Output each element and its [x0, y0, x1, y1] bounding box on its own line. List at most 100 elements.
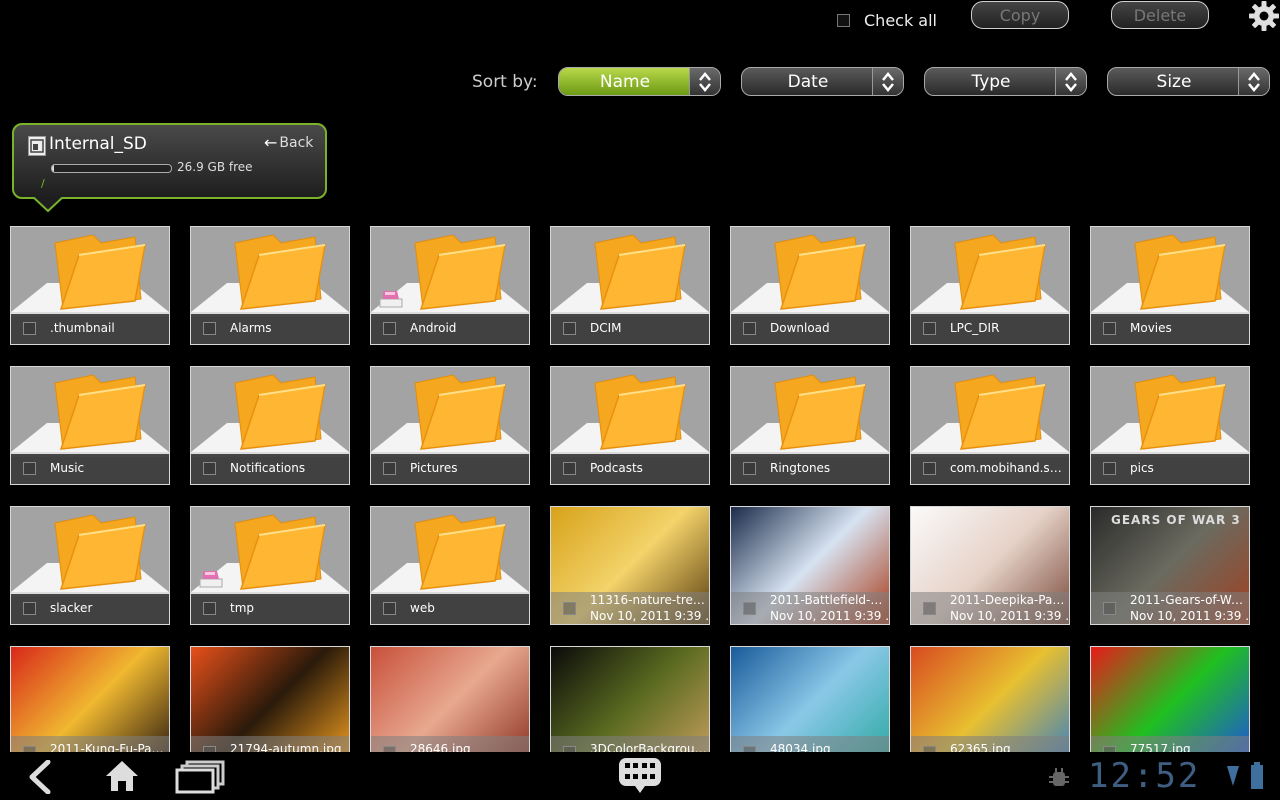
folder-icon: [414, 374, 506, 450]
item-caption: web: [371, 594, 529, 624]
item-checkbox[interactable]: [23, 602, 36, 615]
sort-order-toggle[interactable]: [1055, 68, 1086, 95]
item-name: Android: [410, 321, 457, 335]
folder-item[interactable]: pics: [1090, 366, 1250, 485]
sort-size-button[interactable]: Size: [1107, 67, 1270, 96]
check-all[interactable]: Check all: [837, 10, 937, 30]
folder-item[interactable]: Podcasts: [550, 366, 710, 485]
sort-arrows-icon: [882, 72, 894, 92]
item-checkbox[interactable]: [203, 602, 216, 615]
image-item[interactable]: 48034.jpg: [730, 646, 890, 752]
folder-item[interactable]: DCIM: [550, 226, 710, 345]
item-caption: 3DColorBackground...: [551, 736, 709, 752]
item-checkbox[interactable]: [923, 462, 936, 475]
sort-type-button[interactable]: Type: [924, 67, 1087, 96]
item-checkbox[interactable]: [743, 462, 756, 475]
image-item[interactable]: 11316-nature-trees-... Nov 10, 2011 9:39 …: [550, 506, 710, 625]
item-checkbox[interactable]: [383, 462, 396, 475]
status-clock: 12:52: [1088, 756, 1201, 796]
folder-item[interactable]: Alarms: [190, 226, 350, 345]
image-item[interactable]: 62365.jpg: [910, 646, 1070, 752]
item-caption: 21794-autumn.jpg: [191, 736, 349, 752]
image-item[interactable]: GEARS OF WAR 3 2011-Gears-of-War-... Nov 1…: [1090, 506, 1250, 625]
image-item[interactable]: 28646.jpg: [370, 646, 530, 752]
folder-icon: [954, 374, 1046, 450]
item-caption: 62365.jpg: [911, 736, 1069, 752]
item-checkbox[interactable]: [563, 602, 576, 615]
app-grid-icon[interactable]: [617, 756, 663, 796]
item-name: tmp: [230, 601, 255, 615]
folder-item[interactable]: Download: [730, 226, 890, 345]
battery-icon: [1251, 762, 1263, 789]
location-panel: Internal_SD ← Back 26.9 GB free /: [12, 123, 327, 199]
item-checkbox[interactable]: [923, 322, 936, 335]
item-checkbox[interactable]: [203, 322, 216, 335]
image-item[interactable]: 2011-Battlefield-3-1... Nov 10, 2011 9:39…: [730, 506, 890, 625]
sort-name-button[interactable]: Name: [558, 67, 721, 96]
folder-item[interactable]: com.mobihand.skyli...: [910, 366, 1070, 485]
item-name: Music: [50, 461, 85, 475]
item-checkbox[interactable]: [383, 322, 396, 335]
folder-item[interactable]: LPC_DIR: [910, 226, 1070, 345]
item-checkbox[interactable]: [563, 322, 576, 335]
folder-item[interactable]: slacker: [10, 506, 170, 625]
sd-card-icon: [199, 571, 223, 588]
item-name: LPC_DIR: [950, 321, 1000, 335]
item-checkbox[interactable]: [1103, 462, 1116, 475]
storage-free-text: 26.9 GB free: [177, 160, 253, 174]
item-checkbox[interactable]: [383, 602, 396, 615]
sort-order-toggle[interactable]: [1238, 68, 1269, 95]
home-icon[interactable]: [104, 758, 140, 794]
item-caption: com.mobihand.skyli...: [911, 454, 1069, 484]
item-name: 2011-Kung-Fu-Pand...: [50, 742, 168, 752]
check-all-checkbox[interactable]: [837, 13, 850, 27]
folder-item[interactable]: Android: [370, 226, 530, 345]
item-checkbox[interactable]: [923, 602, 936, 615]
item-checkbox[interactable]: [1103, 322, 1116, 335]
folder-item[interactable]: Music: [10, 366, 170, 485]
folder-item[interactable]: Pictures: [370, 366, 530, 485]
image-item[interactable]: 77517.jpg: [1090, 646, 1250, 752]
sort-order-toggle[interactable]: [872, 68, 903, 95]
image-item[interactable]: 2011-Deepika-Padu... Nov 10, 2011 9:39 ..…: [910, 506, 1070, 625]
folder-item[interactable]: Movies: [1090, 226, 1250, 345]
item-name: 28646.jpg: [410, 742, 471, 752]
folder-item[interactable]: .thumbnail: [10, 226, 170, 345]
recent-apps-icon[interactable]: [175, 760, 225, 794]
item-caption: .thumbnail: [11, 314, 169, 344]
back-arrow-icon[interactable]: [26, 760, 56, 794]
image-item[interactable]: 21794-autumn.jpg: [190, 646, 350, 752]
copy-button[interactable]: Copy: [971, 1, 1069, 29]
item-checkbox[interactable]: [1103, 602, 1116, 615]
back-button[interactable]: ← Back: [264, 133, 313, 152]
item-caption: Android: [371, 314, 529, 344]
item-checkbox[interactable]: [743, 322, 756, 335]
item-date: Nov 10, 2011 9:39 ...: [1130, 609, 1248, 623]
image-item[interactable]: 3DColorBackground...: [550, 646, 710, 752]
item-checkbox[interactable]: [23, 322, 36, 335]
folder-icon: [774, 374, 866, 450]
folder-icon: [594, 234, 686, 310]
folder-item[interactable]: web: [370, 506, 530, 625]
item-checkbox[interactable]: [563, 462, 576, 475]
settings-button[interactable]: [1248, 0, 1280, 32]
android-debug-icon: [1049, 768, 1069, 786]
item-name: Alarms: [230, 321, 272, 335]
folder-item[interactable]: Ringtones: [730, 366, 890, 485]
item-caption: 48034.jpg: [731, 736, 889, 752]
folder-item[interactable]: tmp: [190, 506, 350, 625]
item-checkbox[interactable]: [23, 462, 36, 475]
item-checkbox[interactable]: [203, 462, 216, 475]
delete-button[interactable]: Delete: [1111, 1, 1209, 29]
item-checkbox[interactable]: [743, 602, 756, 615]
sort-date-button[interactable]: Date: [741, 67, 904, 96]
item-caption: Pictures: [371, 454, 529, 484]
thumbnail-logo-text: GEARS OF WAR 3: [1111, 513, 1241, 527]
item-date: Nov 10, 2011 9:39 ...: [590, 609, 708, 623]
image-item[interactable]: 2011-Kung-Fu-Pand...: [10, 646, 170, 752]
folder-item[interactable]: Notifications: [190, 366, 350, 485]
folder-icon: [414, 234, 506, 310]
sort-order-toggle[interactable]: [689, 68, 720, 95]
item-name: web: [410, 601, 435, 615]
item-caption: Music: [11, 454, 169, 484]
